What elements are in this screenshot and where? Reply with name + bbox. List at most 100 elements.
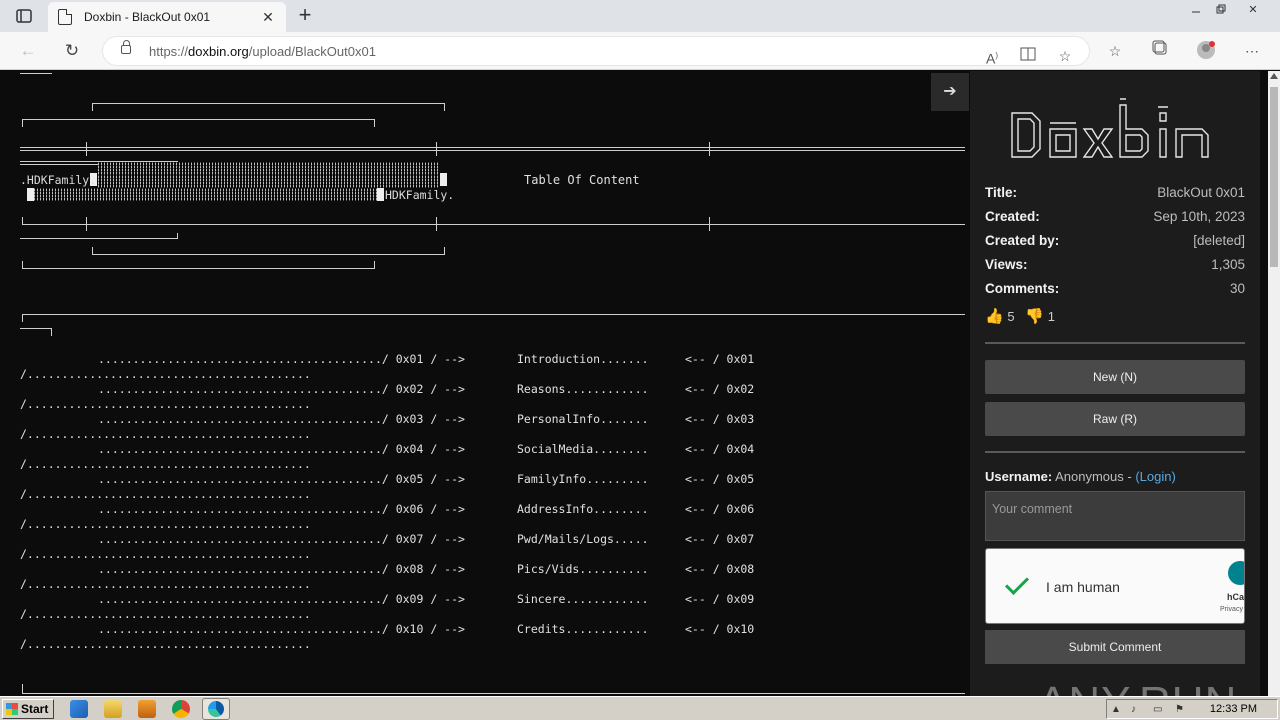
toc-section-name: Credits............ [517, 622, 649, 636]
art-rule [22, 684, 965, 694]
edge-icon [208, 701, 224, 717]
doxbin-logo [1011, 98, 1209, 158]
immersive-reader-icon[interactable] [1017, 45, 1039, 67]
vote-summary: 👍 5 👎 1 [985, 307, 1055, 325]
toc-lead: ........................................… [98, 412, 465, 426]
meta-key: Created: [985, 209, 1040, 224]
art-frame [22, 119, 375, 127]
start-button[interactable]: Start [2, 699, 54, 719]
add-favorite-icon[interactable]: ☆ [1054, 45, 1076, 67]
volume-icon[interactable]: ♪ [1131, 704, 1143, 716]
collections-icon[interactable] [1149, 40, 1171, 62]
art-rule [20, 233, 178, 239]
raw-button[interactable]: Raw (R) [985, 402, 1245, 436]
toc-section-ref: <-- / 0x07 [685, 532, 755, 546]
read-aloud-icon[interactable]: A) [981, 45, 1003, 67]
toc-heading: Table Of Content [524, 173, 640, 187]
collapse-sidebar-button[interactable]: ➔ [931, 73, 969, 111]
banner-right-text: HDKFamily. [385, 188, 455, 202]
art-tick [86, 142, 87, 156]
close-tab-icon[interactable]: ✕ [260, 9, 276, 26]
toc-trail: /.......................................… [20, 427, 311, 441]
username-label: Username: [985, 469, 1053, 484]
toc-trail: /.......................................… [20, 547, 311, 561]
scroll-thumb[interactable] [1270, 87, 1278, 267]
art-frame [22, 261, 375, 269]
more-menu-icon[interactable]: ⋯ [1241, 40, 1263, 62]
art-tick [436, 142, 437, 156]
art-tick [709, 142, 710, 156]
url-text[interactable]: https://doxbin.org/upload/BlackOut0x01 [149, 44, 376, 59]
thumbs-down-icon[interactable]: 👎 [1025, 308, 1044, 325]
toc-section-name: Pics/Vids.......... [517, 562, 649, 576]
username-line: Username: Anonymous - (Login) [985, 469, 1176, 484]
comment-placeholder: Your comment [992, 502, 1073, 516]
new-tab-button[interactable]: + [292, 4, 318, 28]
art-frame [92, 247, 445, 255]
url-field[interactable]: https://doxbin.org/upload/BlackOut0x01 A… [102, 36, 1090, 67]
active-tab[interactable]: Doxbin - BlackOut 0x01 ✕ [48, 2, 286, 32]
edge-taskbar-button[interactable] [202, 698, 230, 720]
ie-icon[interactable] [70, 700, 88, 718]
toc-trail: /.......................................… [20, 367, 311, 381]
meta-value: Sep 10th, 2023 [1153, 209, 1245, 224]
toc-section-ref: <-- / 0x04 [685, 442, 755, 456]
art-tick [436, 217, 437, 231]
toc-section-ref: <-- / 0x01 [685, 352, 755, 366]
art-rule [22, 314, 965, 322]
toc-row: ........................................… [20, 592, 780, 622]
art-frame [92, 103, 445, 111]
comment-input[interactable]: Your comment [985, 491, 1245, 541]
banner-block [377, 188, 384, 201]
anyrun-watermark: ANY.RUN [1038, 678, 1237, 696]
page-content: .HDKFamily. HDKFamily. Table Of Content … [0, 71, 1280, 696]
toc-lead: ........................................… [98, 562, 465, 576]
refresh-icon[interactable]: ↻ [60, 40, 84, 62]
captcha-brand: hCa [1227, 592, 1245, 602]
file-explorer-icon[interactable] [104, 700, 122, 718]
submit-comment-button[interactable]: Submit Comment [985, 630, 1245, 664]
toc-row: ........................................… [20, 502, 780, 532]
banner-left-text: .HDKFamily. [20, 173, 97, 187]
chrome-icon[interactable] [172, 700, 190, 718]
toc-section-name: FamilyInfo......... [517, 472, 649, 486]
tab-actions-icon[interactable] [8, 6, 40, 26]
restore-icon[interactable] [1208, 0, 1234, 18]
close-window-icon[interactable]: ✕ [1240, 0, 1266, 18]
thumbs-up-icon[interactable]: 👍 [985, 308, 1004, 325]
new-paste-button[interactable]: New (N) [985, 360, 1245, 394]
divider [985, 342, 1245, 344]
toc-row: ........................................… [20, 412, 780, 442]
page-favicon-icon [58, 9, 72, 25]
favorites-icon[interactable]: ☆ [1104, 40, 1126, 62]
meta-key: Title: [985, 185, 1018, 200]
meta-row: Created: Sep 10th, 2023 [985, 209, 1245, 229]
checkmark-icon[interactable] [1004, 570, 1030, 596]
network-icon[interactable]: ▭ [1153, 704, 1165, 716]
toc-section-ref: <-- / 0x06 [685, 502, 755, 516]
divider [985, 451, 1245, 453]
profile-avatar-icon[interactable] [1195, 40, 1217, 62]
banner-block [440, 173, 447, 186]
toc-section-name: PersonalInfo....... [517, 412, 649, 426]
art-rule [20, 147, 965, 151]
scroll-up-icon[interactable] [1270, 73, 1278, 79]
tray-expand-icon[interactable]: ▲ [1111, 704, 1123, 716]
meta-row: Created by: [deleted] [985, 233, 1245, 253]
toc-section-name: Pwd/Mails/Logs..... [517, 532, 649, 546]
toc-lead: ........................................… [98, 472, 465, 486]
login-link[interactable]: (Login) [1135, 469, 1175, 484]
hcaptcha-widget[interactable]: I am human hCa Privacy [985, 548, 1245, 624]
media-player-icon[interactable] [138, 700, 156, 718]
back-icon[interactable]: ← [16, 40, 40, 62]
page-scrollbar[interactable] [1268, 71, 1280, 696]
lock-icon[interactable] [121, 40, 131, 54]
toc-lead: ........................................… [98, 442, 465, 456]
minimize-icon[interactable] [1183, 0, 1209, 18]
toc-trail: /.......................................… [20, 517, 311, 531]
captcha-privacy-link[interactable]: Privacy [1220, 606, 1243, 613]
flag-icon[interactable]: ⚑ [1175, 704, 1187, 716]
meta-value: 30 [1229, 281, 1245, 296]
toc-section-name: Reasons............ [517, 382, 649, 396]
paste-body: .HDKFamily. HDKFamily. Table Of Content … [0, 71, 968, 696]
